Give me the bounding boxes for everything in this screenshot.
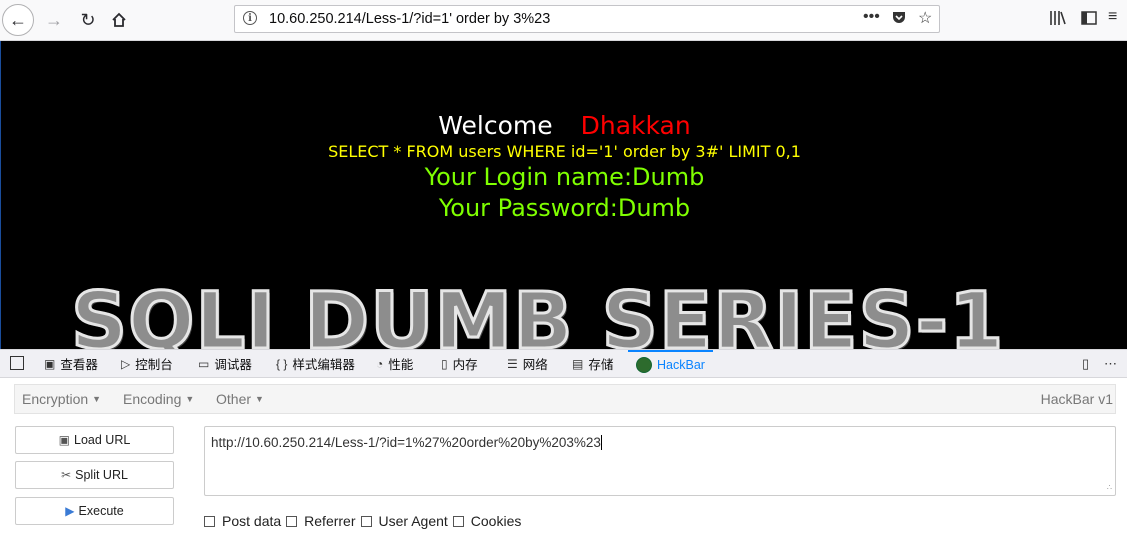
- reload-icon: ↻: [80, 9, 96, 30]
- library-icon[interactable]: [1049, 10, 1067, 31]
- element-picker-icon[interactable]: [10, 356, 24, 370]
- checkbox-icon: [452, 515, 464, 527]
- home-icon: [112, 12, 126, 27]
- tab-storage[interactable]: ▤ 存储: [572, 350, 613, 377]
- inspector-icon: ▣: [44, 356, 56, 371]
- storage-icon: ▤: [572, 356, 584, 371]
- menu-icon[interactable]: ≡: [1108, 8, 1117, 26]
- network-icon: ☰: [507, 356, 518, 371]
- login-name-text: Your Login name:Dumb: [424, 163, 705, 191]
- tab-inspector[interactable]: ▣ 查看器: [44, 350, 98, 377]
- dock-icon[interactable]: ▯: [1082, 356, 1089, 372]
- hackbar-panel: Encryption ▼ Encoding ▼ Other ▼ HackBar v1 …: [0, 378, 1127, 537]
- hackbar-version: HackBar v1: [1040, 391, 1113, 407]
- checkbox-icon: [204, 515, 215, 527]
- page-actions-icon[interactable]: •••: [863, 8, 880, 26]
- hackbar-options: Post data Referrer User Agent Cookies: [204, 513, 526, 529]
- caret-down-icon: ▼: [255, 394, 264, 404]
- pocket-icon[interactable]: [891, 9, 907, 30]
- forward-button[interactable]: →: [38, 4, 70, 36]
- url-text[interactable]: 10.60.250.214/Less-1/?id=1' order by 3%2…: [269, 11, 550, 27]
- caret-down-icon: ▼: [92, 394, 102, 404]
- load-url-button[interactable]: ▣ Load URL: [15, 426, 174, 454]
- hackbar-menu-bar: Encryption ▼ Encoding ▼ Other ▼ HackBar v1: [14, 384, 1116, 414]
- other-menu[interactable]: Other ▼: [216, 391, 264, 407]
- devtools-tab-bar: ▣ 查看器 ▷ 控制台 ▭ 调试器 { } 样式编辑器 ◔ 性能 ▯ 内存 ☰ 网络 ▤ 存储 …: [0, 349, 1127, 378]
- play-icon: ▶: [65, 504, 75, 518]
- page-content: Welcome Dhakkan SELECT * FROM users WHERE…: [0, 41, 1127, 349]
- welcome-line: Welcome Dhakkan: [1, 111, 1127, 140]
- info-icon[interactable]: i: [243, 11, 257, 25]
- scissors-icon: ✂: [61, 468, 72, 482]
- user-agent-checkbox[interactable]: User Agent: [360, 513, 448, 529]
- arrow-left-icon: ←: [9, 9, 27, 30]
- tab-network[interactable]: ☰ 网络: [507, 350, 548, 377]
- console-icon: ▷: [121, 356, 131, 371]
- caret-down-icon: ▼: [185, 394, 195, 404]
- url-textarea-value: http://10.60.250.214/Less-1/?id=1%27%20o…: [211, 435, 601, 450]
- tab-style-editor[interactable]: { } 样式编辑器: [276, 350, 355, 377]
- password-text: Your Password:Dumb: [438, 194, 691, 222]
- tab-memory[interactable]: ▯ 内存: [441, 350, 478, 377]
- back-button[interactable]: ←: [2, 4, 34, 36]
- checkbox-icon: [360, 515, 372, 527]
- hackbar-url-textarea[interactable]: http://10.60.250.214/Less-1/?id=1%27%20o…: [204, 426, 1116, 496]
- checkbox-icon: [286, 515, 298, 527]
- devtools-menu-icon[interactable]: ⋯: [1104, 356, 1117, 372]
- browser-toolbar: ← → ↻ i 10.60.250.214/Less-1/?id=1' orde…: [0, 0, 1127, 41]
- execute-button[interactable]: ▶ Execute: [15, 497, 174, 525]
- sidebar-icon[interactable]: [1081, 10, 1097, 31]
- debugger-icon: ▭: [198, 356, 210, 371]
- arrow-right-icon: →: [45, 9, 63, 30]
- tab-hackbar[interactable]: HackBar: [628, 350, 713, 377]
- reload-button[interactable]: ↻: [72, 4, 104, 36]
- referrer-checkbox[interactable]: Referrer: [286, 513, 356, 529]
- bookmark-star-icon[interactable]: ☆: [918, 8, 932, 28]
- split-url-button[interactable]: ✂ Split URL: [15, 461, 174, 489]
- dhakkan-text: Dhakkan: [580, 111, 691, 140]
- load-icon: ▣: [58, 433, 71, 447]
- memory-icon: ▯: [441, 356, 448, 371]
- cookies-checkbox[interactable]: Cookies: [452, 513, 521, 529]
- sql-query-text: SELECT * FROM users WHERE id='1' order b…: [328, 142, 801, 161]
- resize-handle-icon[interactable]: ∴: [1107, 483, 1112, 492]
- address-bar[interactable]: i 10.60.250.214/Less-1/?id=1' order by 3…: [234, 5, 940, 33]
- encoding-menu[interactable]: Encoding ▼: [123, 391, 194, 407]
- tab-performance[interactable]: ◔ 性能: [376, 350, 413, 377]
- performance-icon: ◔: [376, 356, 384, 371]
- welcome-text: Welcome: [438, 111, 553, 140]
- encryption-menu[interactable]: Encryption ▼: [22, 391, 101, 407]
- sqli-banner-image: SQLI DUMB SERIES-1: [69, 277, 1005, 350]
- text-cursor: [600, 435, 602, 450]
- tab-debugger[interactable]: ▭ 调试器: [198, 350, 252, 377]
- braces-icon: { }: [276, 356, 288, 371]
- hackbar-logo-icon: [636, 356, 652, 373]
- post-data-checkbox[interactable]: Post data: [204, 513, 281, 529]
- home-button[interactable]: [103, 4, 135, 36]
- tab-console[interactable]: ▷ 控制台: [121, 350, 173, 377]
